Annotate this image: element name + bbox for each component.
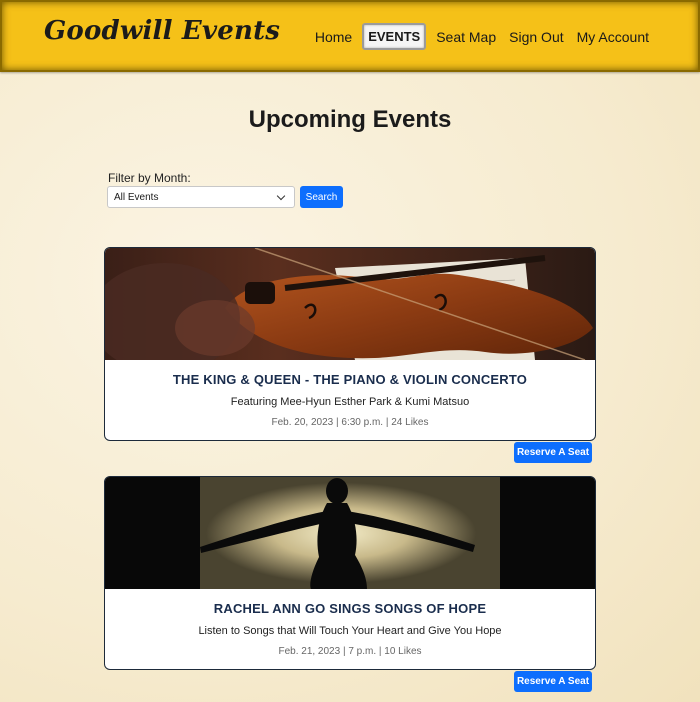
event-title[interactable]: THE KING & QUEEN - THE PIANO & VIOLIN CO… bbox=[105, 372, 595, 387]
filter-label: Filter by Month: bbox=[108, 171, 191, 185]
event-image-singer bbox=[105, 477, 595, 589]
page-title: Upcoming Events bbox=[248, 106, 452, 133]
event-meta: Feb. 20, 2023 | 6:30 p.m. | 24 Likes bbox=[271, 417, 429, 428]
nav-seat-map-link[interactable]: Seat Map bbox=[433, 25, 499, 49]
search-button[interactable]: Search bbox=[300, 186, 343, 208]
singer-image bbox=[105, 477, 595, 589]
event-card-body: THE KING & QUEEN - THE PIANO & VIOLIN CO… bbox=[105, 360, 595, 428]
nav-home-link[interactable]: Home bbox=[312, 25, 355, 49]
nav-links: Home EVENTS Seat Map Sign Out My Account bbox=[305, 23, 652, 50]
violin-image bbox=[105, 248, 595, 360]
month-filter-value: All Events bbox=[114, 191, 159, 203]
event-card-body: RACHEL ANN GO SINGS SONGS OF HOPE Listen… bbox=[105, 589, 595, 657]
chevron-down-icon bbox=[276, 191, 286, 200]
event-subtitle: Listen to Songs that Will Touch Your Hea… bbox=[198, 625, 502, 637]
reserve-seat-button[interactable]: Reserve A Seat bbox=[514, 671, 592, 692]
nav-sign-out-link[interactable]: Sign Out bbox=[506, 25, 566, 49]
nav-events-link[interactable]: EVENTS bbox=[362, 23, 427, 50]
event-meta: Feb. 21, 2023 | 7 p.m. | 10 Likes bbox=[278, 646, 422, 657]
nav-my-account-link[interactable]: My Account bbox=[574, 25, 652, 49]
event-title[interactable]: RACHEL ANN GO SINGS SONGS OF HOPE bbox=[105, 601, 595, 616]
month-filter-select[interactable]: All Events bbox=[107, 186, 295, 208]
brand-logo[interactable]: Goodwill Events bbox=[44, 16, 280, 46]
event-card: THE KING & QUEEN - THE PIANO & VIOLIN CO… bbox=[104, 247, 596, 441]
event-card: RACHEL ANN GO SINGS SONGS OF HOPE Listen… bbox=[104, 476, 596, 670]
event-image-violin bbox=[105, 248, 595, 360]
navbar: Goodwill Events Home EVENTS Seat Map Sig… bbox=[0, 0, 700, 72]
reserve-seat-button[interactable]: Reserve A Seat bbox=[514, 442, 592, 463]
event-subtitle: Featuring Mee-Hyun Esther Park & Kumi Ma… bbox=[230, 396, 470, 408]
